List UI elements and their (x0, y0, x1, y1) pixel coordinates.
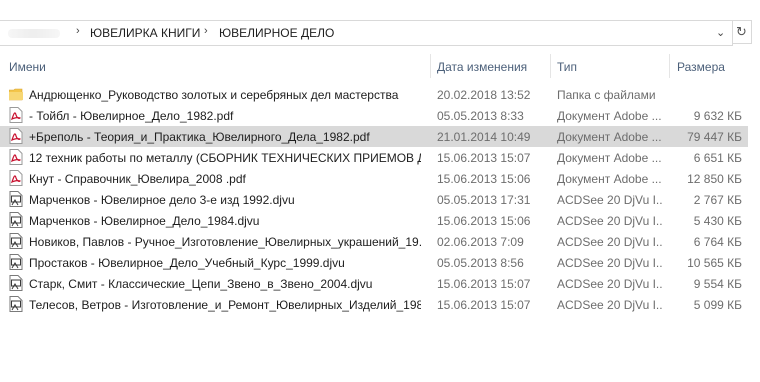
file-size: 12 850 КБ (687, 172, 742, 186)
column-divider[interactable] (430, 54, 431, 78)
file-date: 15.06.2013 15:06 (437, 172, 531, 186)
file-type: Документ Adobe ... (557, 172, 662, 186)
column-header-name[interactable]: Имени (9, 60, 46, 74)
column-header-date[interactable]: Дата изменения (437, 60, 527, 74)
breadcrumb[interactable]: › ЮВЕЛИРКА КНИГИ › ЮВЕЛИРНОЕ ДЕЛО ⌄ (0, 20, 733, 46)
file-name: +Бреполь - Теория_и_Практика_Ювелирного_… (29, 130, 370, 144)
file-type: ACDSee 20 DjVu I... (557, 298, 663, 312)
file-row[interactable]: Новиков, Павлов - Ручное_Изготовление_Юв… (0, 231, 748, 252)
file-name: Марченков - Ювелирное дело 3-е изд 1992.… (29, 193, 295, 207)
file-size: 5 430 КБ (693, 214, 742, 228)
file-row-selected[interactable]: +Бреполь - Теория_и_Практика_Ювелирного_… (0, 126, 748, 147)
column-header-row: Имени Дата изменения Тип Размера (0, 54, 748, 78)
column-header-size[interactable]: Размера (677, 60, 725, 74)
file-row[interactable]: Простаков - Ювелирное_Дело_Учебный_Курс_… (0, 252, 748, 273)
address-bar[interactable]: › ЮВЕЛИРКА КНИГИ › ЮВЕЛИРНОЕ ДЕЛО ⌄ ↻ (0, 18, 752, 46)
djvu-icon (9, 212, 23, 228)
file-row[interactable]: 12 техник работы по металлу (СБОРНИК ТЕХ… (0, 147, 748, 168)
breadcrumb-item-jewelry-craft[interactable]: ЮВЕЛИРНОЕ ДЕЛО (219, 26, 334, 40)
file-row[interactable]: Старк, Смит - Классические_Цепи_Звено_в_… (0, 273, 748, 294)
file-size: 2 767 КБ (693, 193, 742, 207)
pdf-icon (9, 107, 23, 123)
breadcrumb-separator-icon[interactable]: › (204, 25, 208, 37)
file-size: 79 447 КБ (687, 130, 742, 144)
blurred-location-icon (8, 29, 60, 38)
file-size: 6 764 КБ (693, 235, 742, 249)
pdf-icon (9, 149, 23, 165)
djvu-icon (9, 275, 23, 291)
file-row[interactable]: Марченков - Ювелирное_Дело_1984.djvu 15.… (0, 210, 748, 231)
refresh-button[interactable]: ↻ (732, 20, 752, 44)
file-date: 15.06.2013 15:07 (437, 151, 531, 165)
file-type: ACDSee 20 DjVu I... (557, 256, 663, 270)
file-name: Простаков - Ювелирное_Дело_Учебный_Курс_… (29, 256, 345, 270)
file-date: 05.05.2013 8:33 (437, 109, 524, 123)
file-type: Документ Adobe ... (557, 130, 662, 144)
file-name: Старк, Смит - Классические_Цепи_Звено_в_… (29, 277, 373, 291)
breadcrumb-separator-icon[interactable]: › (76, 25, 80, 37)
file-name: Андрющенко_Руководство золотых и серебря… (29, 88, 399, 102)
file-list: Андрющенко_Руководство золотых и серебря… (0, 84, 748, 315)
file-name: Новиков, Павлов - Ручное_Изготовление_Юв… (29, 235, 421, 249)
djvu-icon (9, 191, 23, 207)
file-size: 9 632 КБ (693, 109, 742, 123)
file-name: - Тойбл - Ювелирное_Дело_1982.pdf (29, 109, 234, 123)
file-type: ACDSee 20 DjVu I... (557, 277, 663, 291)
address-dropdown-icon[interactable]: ⌄ (716, 26, 725, 39)
file-date: 20.02.2018 13:52 (437, 88, 531, 102)
pdf-icon (9, 128, 23, 144)
file-type: Документ Adobe ... (557, 151, 662, 165)
file-row[interactable]: - Тойбл - Ювелирное_Дело_1982.pdf 05.05.… (0, 105, 748, 126)
file-date: 15.06.2013 15:06 (437, 214, 531, 228)
file-size: 9 554 КБ (693, 277, 742, 291)
file-date: 21.01.2014 10:49 (437, 130, 531, 144)
file-name: 12 техник работы по металлу (СБОРНИК ТЕХ… (29, 151, 421, 165)
file-size: 10 565 КБ (687, 256, 742, 270)
djvu-icon (9, 233, 23, 249)
folder-icon (9, 86, 23, 102)
file-date: 15.06.2013 15:07 (437, 277, 531, 291)
file-row[interactable]: Кнут - Справочник_Ювелира_2008 .pdf 15.0… (0, 168, 748, 189)
column-divider[interactable] (550, 54, 551, 78)
file-name: Кнут - Справочник_Ювелира_2008 .pdf (29, 172, 246, 186)
file-date: 05.05.2013 8:56 (437, 256, 524, 270)
file-type: Папка с файлами (557, 88, 656, 102)
file-row[interactable]: Андрющенко_Руководство золотых и серебря… (0, 84, 748, 105)
file-type: Документ Adobe ... (557, 109, 662, 123)
file-row[interactable]: Телесов, Ветров - Изготовление_и_Ремонт_… (0, 294, 748, 315)
file-type: ACDSee 20 DjVu I... (557, 235, 663, 249)
file-type: ACDSee 20 DjVu I... (557, 193, 663, 207)
file-date: 15.06.2013 15:07 (437, 298, 531, 312)
file-row[interactable]: Марченков - Ювелирное дело 3-е изд 1992.… (0, 189, 748, 210)
file-name: Телесов, Ветров - Изготовление_и_Ремонт_… (29, 298, 421, 312)
pdf-icon (9, 170, 23, 186)
file-size: 6 651 КБ (693, 151, 742, 165)
file-size: 5 099 КБ (693, 298, 742, 312)
breadcrumb-item-jewelry-books[interactable]: ЮВЕЛИРКА КНИГИ (90, 26, 200, 40)
column-header-type[interactable]: Тип (557, 60, 577, 74)
column-divider[interactable] (669, 54, 670, 78)
file-name: Марченков - Ювелирное_Дело_1984.djvu (29, 214, 260, 228)
refresh-icon: ↻ (736, 24, 747, 39)
file-date: 02.06.2013 7:09 (437, 235, 524, 249)
file-date: 05.05.2013 17:31 (437, 193, 531, 207)
djvu-icon (9, 296, 23, 312)
file-type: ACDSee 20 DjVu I... (557, 214, 663, 228)
djvu-icon (9, 254, 23, 270)
